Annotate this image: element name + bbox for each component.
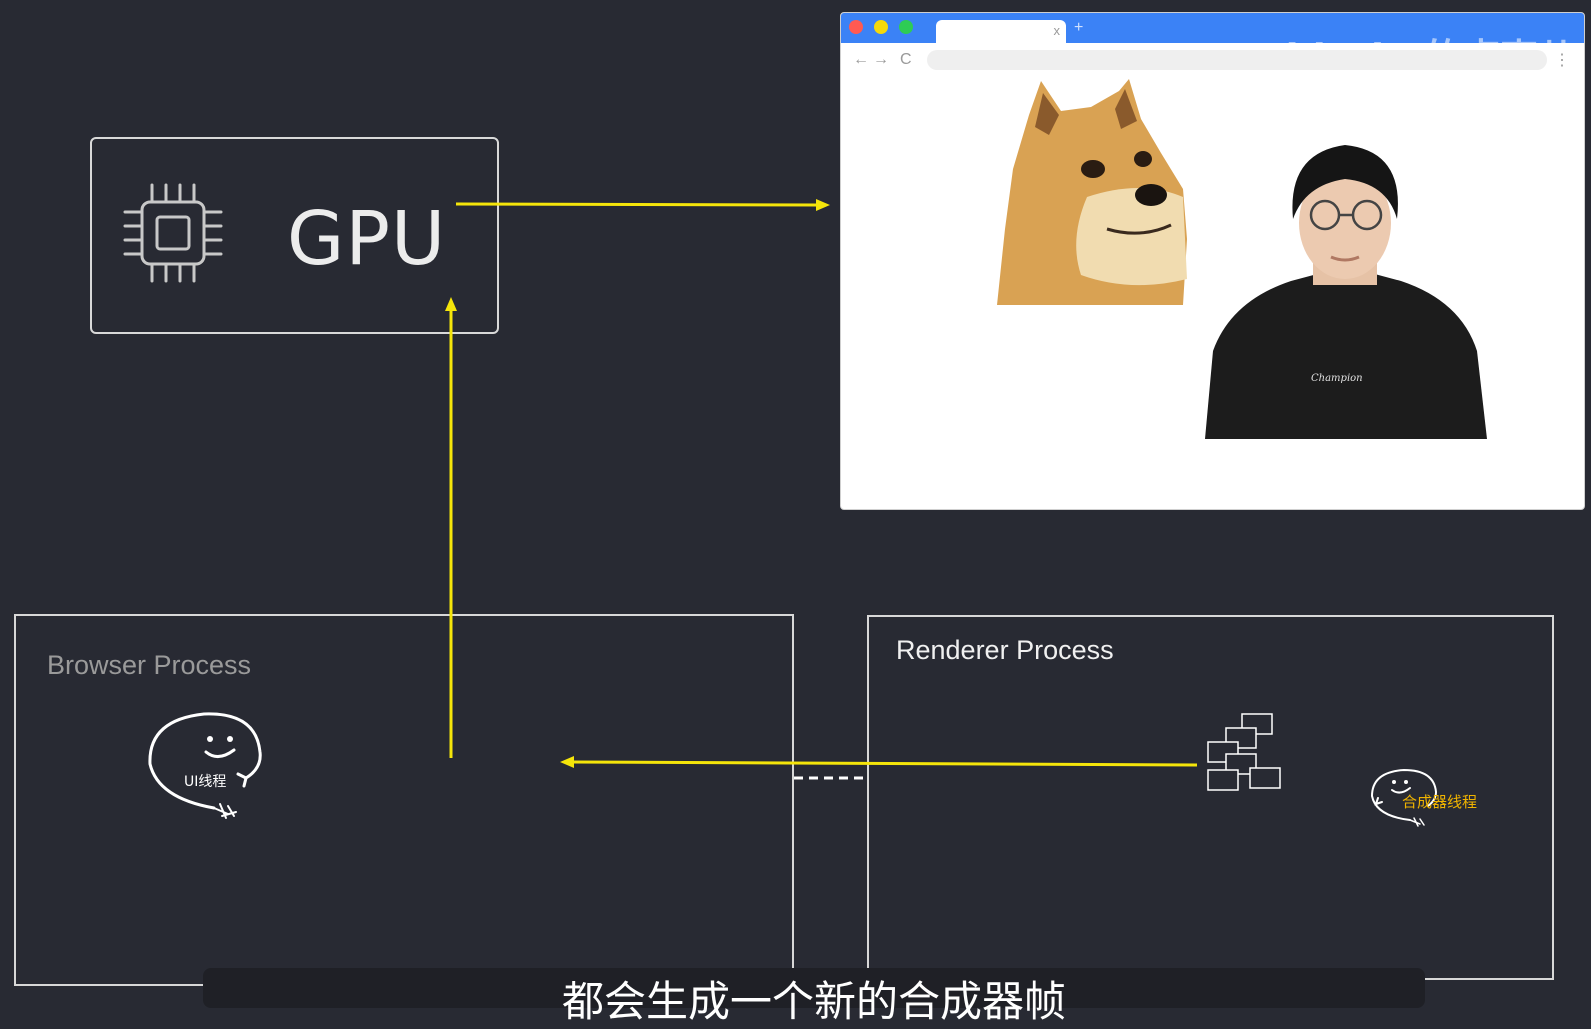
gpu-label: GPU: [287, 196, 447, 282]
gpu-to-screen-arrow: [455, 202, 821, 207]
compositor-thread-label: 合成器线程: [1402, 793, 1478, 811]
renderer-process-title: Renderer Process: [896, 635, 1114, 665]
close-window-dot[interactable]: [849, 20, 863, 34]
url-bar[interactable]: [927, 50, 1547, 70]
subtitle-text: 都会生成一个新的合成器帧: [561, 977, 1066, 1026]
more-options-icon[interactable]: ⋮: [1554, 50, 1570, 70]
browser-window: x + objtube的卢克儿 ← → C ⋮ Champion: [840, 12, 1585, 510]
tab-close-icon[interactable]: x: [1054, 23, 1061, 38]
ui-thread-label: UI线程: [184, 774, 227, 790]
compositor-frame-layers-icon: [1207, 713, 1281, 791]
ui-thread-icon: [148, 712, 262, 819]
reload-icon[interactable]: C: [900, 51, 912, 69]
subtitle-bar: 都会生成一个新的合成器帧: [203, 968, 1425, 1026]
browser-title-bar: x + objtube的卢克儿: [841, 13, 1584, 80]
presenter-image: Champion: [1205, 145, 1487, 439]
cpu-chip-icon: [123, 183, 223, 283]
browser-process-box: Browser Process: [14, 614, 794, 986]
doge-image: [997, 79, 1187, 305]
back-icon[interactable]: ←: [853, 51, 869, 69]
svg-text:Champion: Champion: [1311, 373, 1363, 384]
browser-tab[interactable]: x: [936, 20, 1066, 43]
browser-process-title: Browser Process: [47, 650, 252, 680]
forward-icon[interactable]: →: [873, 51, 889, 69]
minimize-window-dot[interactable]: [874, 20, 888, 34]
ipc-dashed-link: [794, 776, 868, 780]
browser-nav-bar: ← → C ⋮: [841, 43, 1584, 79]
new-tab-icon[interactable]: +: [1074, 19, 1083, 37]
maximize-window-dot[interactable]: [899, 20, 913, 34]
